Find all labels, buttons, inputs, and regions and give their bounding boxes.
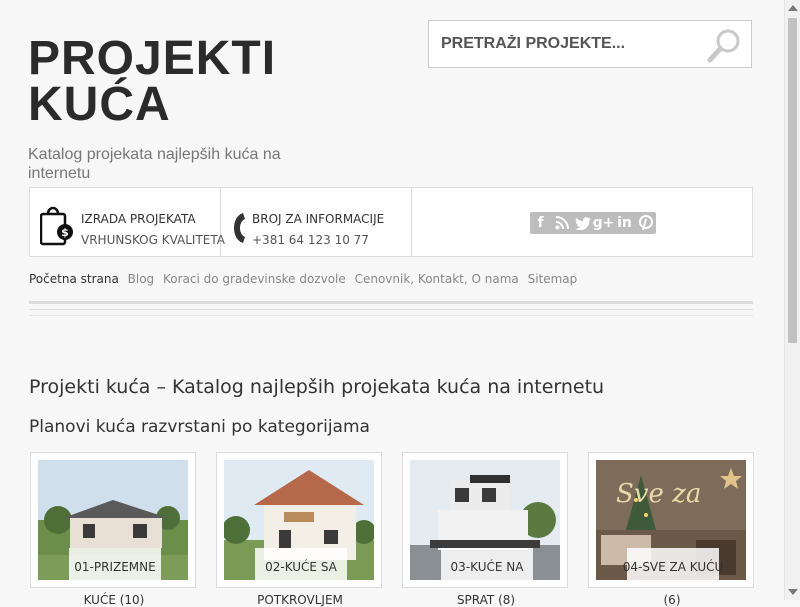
phone-icon [233, 212, 247, 249]
svg-text:$: $ [61, 226, 69, 239]
phone-info: BROJ ZA INFORMACIJE +381 64 123 10 77 [221, 188, 412, 256]
category-image[interactable]: Sve za 04-SVE ZA KUĆU [596, 460, 746, 580]
category-card[interactable]: 03-KUĆE NA SPRAT (8) [402, 452, 568, 607]
info-bar: $ IZRADA PROJEKATA VRHUNSKOG KVALITETA B… [29, 187, 753, 257]
svg-text:Sve za: Sve za [616, 479, 701, 509]
category-image[interactable]: 01-PRIZEMNE [38, 460, 188, 580]
nav-item-home[interactable]: Početna strana [29, 272, 119, 286]
site-title-line1: PROJEKTI [28, 32, 277, 85]
site-tagline: Katalog projekata najlepših kuća na inte… [28, 146, 281, 182]
scroll-up-arrow-icon[interactable] [788, 5, 798, 11]
phone-number[interactable]: +381 64 123 10 77 [252, 230, 369, 251]
search-input[interactable] [429, 21, 699, 67]
category-caption[interactable]: KUĆE (10) [31, 593, 197, 607]
category-image[interactable]: 02-KUĆE SA [224, 460, 374, 580]
category-caption[interactable]: POTKROVLJEM [217, 593, 383, 607]
social-icons: f g+ in [530, 212, 656, 234]
category-caption[interactable]: (6) [589, 593, 755, 607]
category-card[interactable]: 02-KUĆE SA POTKROVLJEM [216, 452, 382, 607]
shopping-bag-icon: $ [39, 204, 74, 251]
category-label: 03-KUĆE NA [441, 548, 533, 580]
category-card[interactable]: 01-PRIZEMNE KUĆE (10) [30, 452, 196, 607]
twitter-icon[interactable] [572, 212, 593, 234]
category-image[interactable]: 03-KUĆE NA [410, 460, 560, 580]
service-title: IZRADA PROJEKATA [81, 212, 196, 226]
nav-divider [29, 301, 753, 304]
category-card[interactable]: Sve za 04-SVE ZA KUĆU (6) [588, 452, 754, 607]
nav-divider-thin [29, 309, 753, 310]
nav-item-sitemap[interactable]: Sitemap [528, 272, 578, 286]
search-icon[interactable] [707, 27, 743, 63]
scroll-down-arrow-icon[interactable] [788, 589, 798, 595]
service-info: $ IZRADA PROJEKATA VRHUNSKOG KVALITETA [30, 188, 225, 256]
page-heading: Projekti kuća – Katalog najlepših projek… [29, 376, 605, 398]
google-plus-icon[interactable]: g+ [593, 212, 615, 234]
nav-item-pricing-contact[interactable]: Cenovnik, Kontakt, O nama [355, 272, 519, 286]
scroll-thumb[interactable] [788, 18, 797, 343]
social-links: f g+ in [412, 188, 752, 256]
category-label: 01-PRIZEMNE [69, 548, 161, 580]
facebook-icon[interactable]: f [530, 212, 551, 234]
nav-item-permit-steps[interactable]: Koraci do gradevinske dozvole [163, 272, 346, 286]
nav-divider-thin [29, 315, 753, 316]
site-title[interactable]: PROJEKTI KUĆA [28, 32, 277, 131]
phone-title: BROJ ZA INFORMACIJE [252, 212, 385, 226]
category-caption[interactable]: SPRAT (8) [403, 593, 569, 607]
site-title-line2: KUĆA [28, 78, 171, 131]
category-label: 04-SVE ZA KUĆU [623, 548, 723, 580]
page-subheading: Planovi kuća razvrstani po kategorijama [29, 417, 370, 437]
linkedin-icon[interactable]: in [614, 212, 635, 234]
pinterest-icon[interactable] [635, 212, 656, 234]
main-nav: Početna strana Blog Koraci do gradevinsk… [29, 272, 582, 286]
page-scrollbar[interactable] [784, 0, 800, 600]
search-box [428, 20, 752, 68]
service-subtitle: VRHUNSKOG KVALITETA [81, 233, 225, 247]
rss-icon[interactable] [551, 212, 572, 234]
category-label: 02-KUĆE SA [255, 548, 347, 580]
nav-item-blog[interactable]: Blog [128, 272, 155, 286]
